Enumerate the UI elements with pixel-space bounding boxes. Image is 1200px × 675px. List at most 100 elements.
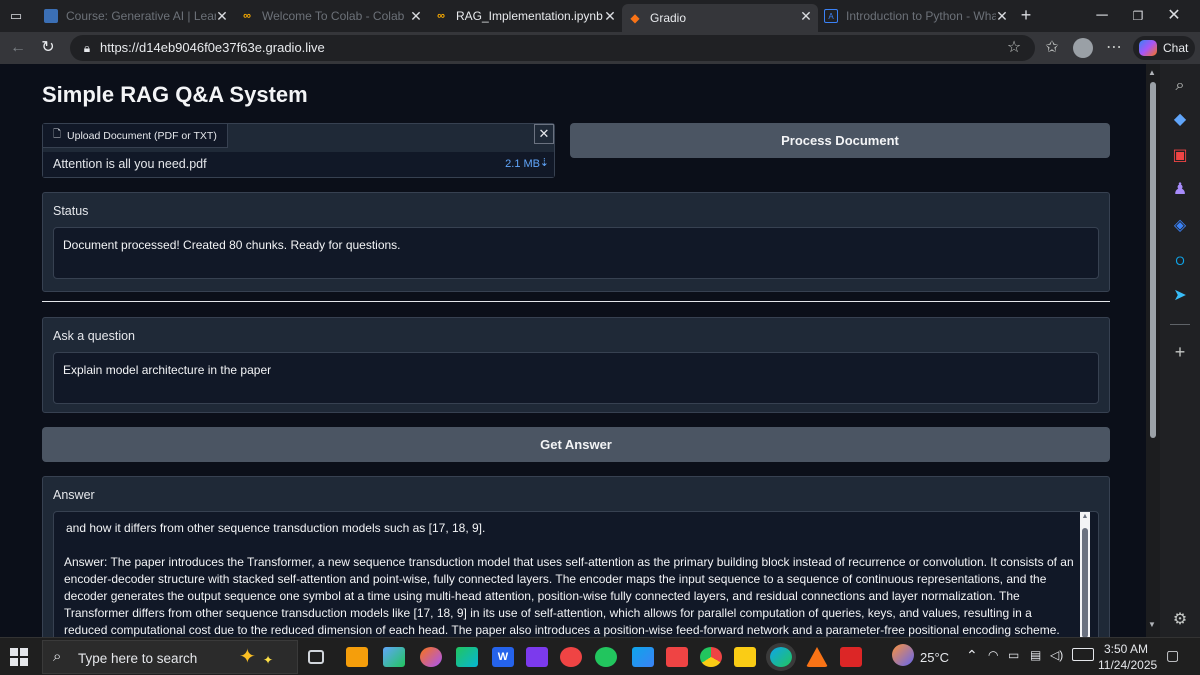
edge-sidebar: ⌕ ◆ ▣ ♟ ◈ O ➤ + ⚙: [1160, 64, 1200, 637]
tab-strip: ▭ Course: Generative AI | Learnin ✕ ∞ We…: [0, 0, 1200, 32]
close-tab-icon[interactable]: ✕: [798, 8, 814, 24]
page-title: Simple RAG Q&A System: [42, 82, 308, 107]
clock-time[interactable]: 3:50 AM: [1104, 642, 1148, 656]
tab-intro-python[interactable]: A Introduction to Python - What ✕: [818, 4, 1014, 28]
back-arrow-icon[interactable]: ←: [8, 38, 28, 58]
answer-panel: Answer and how it differs from other seq…: [42, 476, 1110, 637]
windows-start-icon[interactable]: [10, 648, 28, 666]
wps-icon[interactable]: [560, 647, 582, 667]
briefcase-icon[interactable]: ▣: [1170, 146, 1190, 166]
file-upload[interactable]: 🗋 Upload Document (PDF or TXT) ✕ Attenti…: [42, 123, 555, 178]
url-bar[interactable]: 🔒︎ https://d14eb9046f0e37f63e.gradio.liv…: [70, 35, 1035, 61]
new-tab-icon[interactable]: +: [1016, 5, 1036, 25]
reload-icon[interactable]: ↻: [38, 38, 58, 58]
volume-icon[interactable]: ◁): [1050, 648, 1063, 662]
firefox-icon[interactable]: [420, 647, 442, 667]
url-text[interactable]: https://d14eb9046f0e37f63e.gradio.live: [100, 40, 325, 55]
close-tab-icon[interactable]: ✕: [214, 8, 230, 24]
keyboard-icon[interactable]: [1072, 648, 1094, 661]
profile-avatar[interactable]: [1073, 38, 1093, 58]
copilot-sidebar-icon[interactable]: ◈: [1170, 216, 1190, 236]
minimize-icon[interactable]: ─: [1092, 6, 1112, 26]
windows-taskbar: ⌕ Type here to search ✦ ✦ W 25°C ⌃ ◠ ▭ ▤…: [0, 637, 1200, 675]
scroll-up-arrow-icon[interactable]: ▲: [1148, 68, 1156, 77]
tab-rag-notebook[interactable]: ∞ RAG_Implementation.ipynb - C ✕: [428, 4, 622, 28]
page-scrollbar[interactable]: ▲ ▼: [1146, 64, 1160, 637]
upload-label-chip: 🗋 Upload Document (PDF or TXT): [43, 124, 228, 148]
restore-icon[interactable]: ❐: [1128, 6, 1148, 26]
weather-temp[interactable]: 25°C: [920, 650, 949, 665]
python-course-favicon-icon: A: [824, 9, 838, 23]
answer-output[interactable]: and how it differs from other sequence t…: [53, 511, 1099, 637]
address-bar-row: ← ↻ 🔒︎ https://d14eb9046f0e37f63e.gradio…: [0, 32, 1200, 64]
vlc-icon[interactable]: [806, 647, 828, 667]
status-panel: Status Document processed! Created 80 ch…: [42, 192, 1110, 292]
settings-gear-icon[interactable]: ⚙: [1170, 610, 1190, 630]
tab-gradio[interactable]: ◆ Gradio ✕: [622, 4, 818, 32]
course-favicon-icon: [44, 9, 58, 23]
colab-favicon-icon: ∞: [437, 10, 445, 22]
close-tab-icon[interactable]: ✕: [994, 8, 1010, 24]
status-output: Document processed! Created 80 chunks. R…: [53, 227, 1099, 279]
close-tab-icon[interactable]: ✕: [408, 8, 424, 24]
task-view-icon[interactable]: [308, 650, 324, 664]
copilot-chat-button[interactable]: Chat: [1133, 36, 1195, 60]
scroll-thumb[interactable]: [1082, 528, 1088, 637]
close-tab-icon[interactable]: ✕: [602, 8, 618, 24]
download-icon[interactable]: ⇣: [540, 156, 549, 169]
tray-chevron-icon[interactable]: ⌃: [966, 647, 978, 664]
file-row: Attention is all you need.pdf 2.1 MB ⇣: [43, 152, 554, 177]
process-document-button[interactable]: Process Document: [570, 123, 1110, 158]
send-icon[interactable]: ➤: [1170, 286, 1190, 306]
clock-date[interactable]: 11/24/2025: [1098, 658, 1157, 672]
tag-icon[interactable]: ◆: [1170, 110, 1190, 130]
add-icon[interactable]: +: [1170, 342, 1190, 362]
divider: [42, 301, 1110, 302]
question-input[interactable]: Explain model architecture in the paper: [53, 352, 1099, 404]
store-icon[interactable]: [383, 647, 405, 667]
page-scroll-thumb[interactable]: [1150, 82, 1156, 438]
sticky-notes-icon[interactable]: [734, 647, 756, 667]
tab-actions-icon[interactable]: ▭: [6, 6, 26, 26]
file-name: Attention is all you need.pdf: [53, 157, 207, 171]
photos-icon[interactable]: [632, 647, 654, 667]
answer-text: and how it differs from other sequence t…: [64, 521, 1074, 637]
games-icon[interactable]: ♟: [1170, 180, 1190, 200]
outlook-icon[interactable]: O: [1170, 251, 1190, 271]
search-icon: ⌕: [53, 648, 62, 665]
notifications-icon[interactable]: ▢: [1166, 647, 1179, 664]
app-icon[interactable]: [526, 647, 548, 667]
scroll-up-arrow-icon[interactable]: ▲: [1080, 512, 1090, 522]
get-answer-button[interactable]: Get Answer: [42, 427, 1110, 462]
question-panel: Ask a question Explain model architectur…: [42, 317, 1110, 413]
favorite-star-icon[interactable]: ☆: [1004, 38, 1024, 58]
lock-icon[interactable]: 🔒︎: [77, 38, 97, 58]
weather-icon[interactable]: [892, 644, 914, 666]
taskbar-search-box[interactable]: ⌕ Type here to search ✦ ✦: [42, 640, 298, 674]
whatsapp-icon[interactable]: [595, 647, 617, 667]
word-icon[interactable]: W: [492, 647, 514, 667]
clipboard-icon[interactable]: ▤: [1030, 648, 1041, 662]
chrome-icon[interactable]: [700, 647, 722, 667]
file-size-link[interactable]: 2.1 MB: [505, 158, 540, 170]
pycharm-icon[interactable]: [456, 647, 478, 667]
search-icon[interactable]: ⌕: [1170, 76, 1190, 96]
sidebar-divider: [1170, 324, 1190, 325]
question-label: Ask a question: [53, 329, 135, 343]
clear-file-button[interactable]: ✕: [534, 124, 554, 144]
gradio-page: Simple RAG Q&A System 🗋 Upload Document …: [0, 64, 1146, 637]
favorites-icon[interactable]: ✩: [1042, 38, 1062, 58]
more-menu-icon[interactable]: ⋯: [1104, 38, 1124, 58]
close-window-icon[interactable]: ✕: [1164, 6, 1184, 26]
edge-taskbar-icon[interactable]: [770, 647, 792, 667]
tab-welcome-colab[interactable]: ∞ Welcome To Colab - Colab ✕: [234, 4, 428, 28]
acrobat-icon[interactable]: [840, 647, 862, 667]
tab-course[interactable]: Course: Generative AI | Learnin ✕: [38, 4, 234, 28]
file-explorer-icon[interactable]: [346, 647, 368, 667]
copilot-icon: [1139, 40, 1157, 56]
battery-icon[interactable]: ▭: [1008, 648, 1019, 662]
answer-scrollbar[interactable]: ▲: [1080, 512, 1090, 637]
wifi-icon[interactable]: ◠: [988, 648, 998, 662]
scroll-down-arrow-icon[interactable]: ▼: [1148, 620, 1156, 629]
youtube-icon[interactable]: [666, 647, 688, 667]
